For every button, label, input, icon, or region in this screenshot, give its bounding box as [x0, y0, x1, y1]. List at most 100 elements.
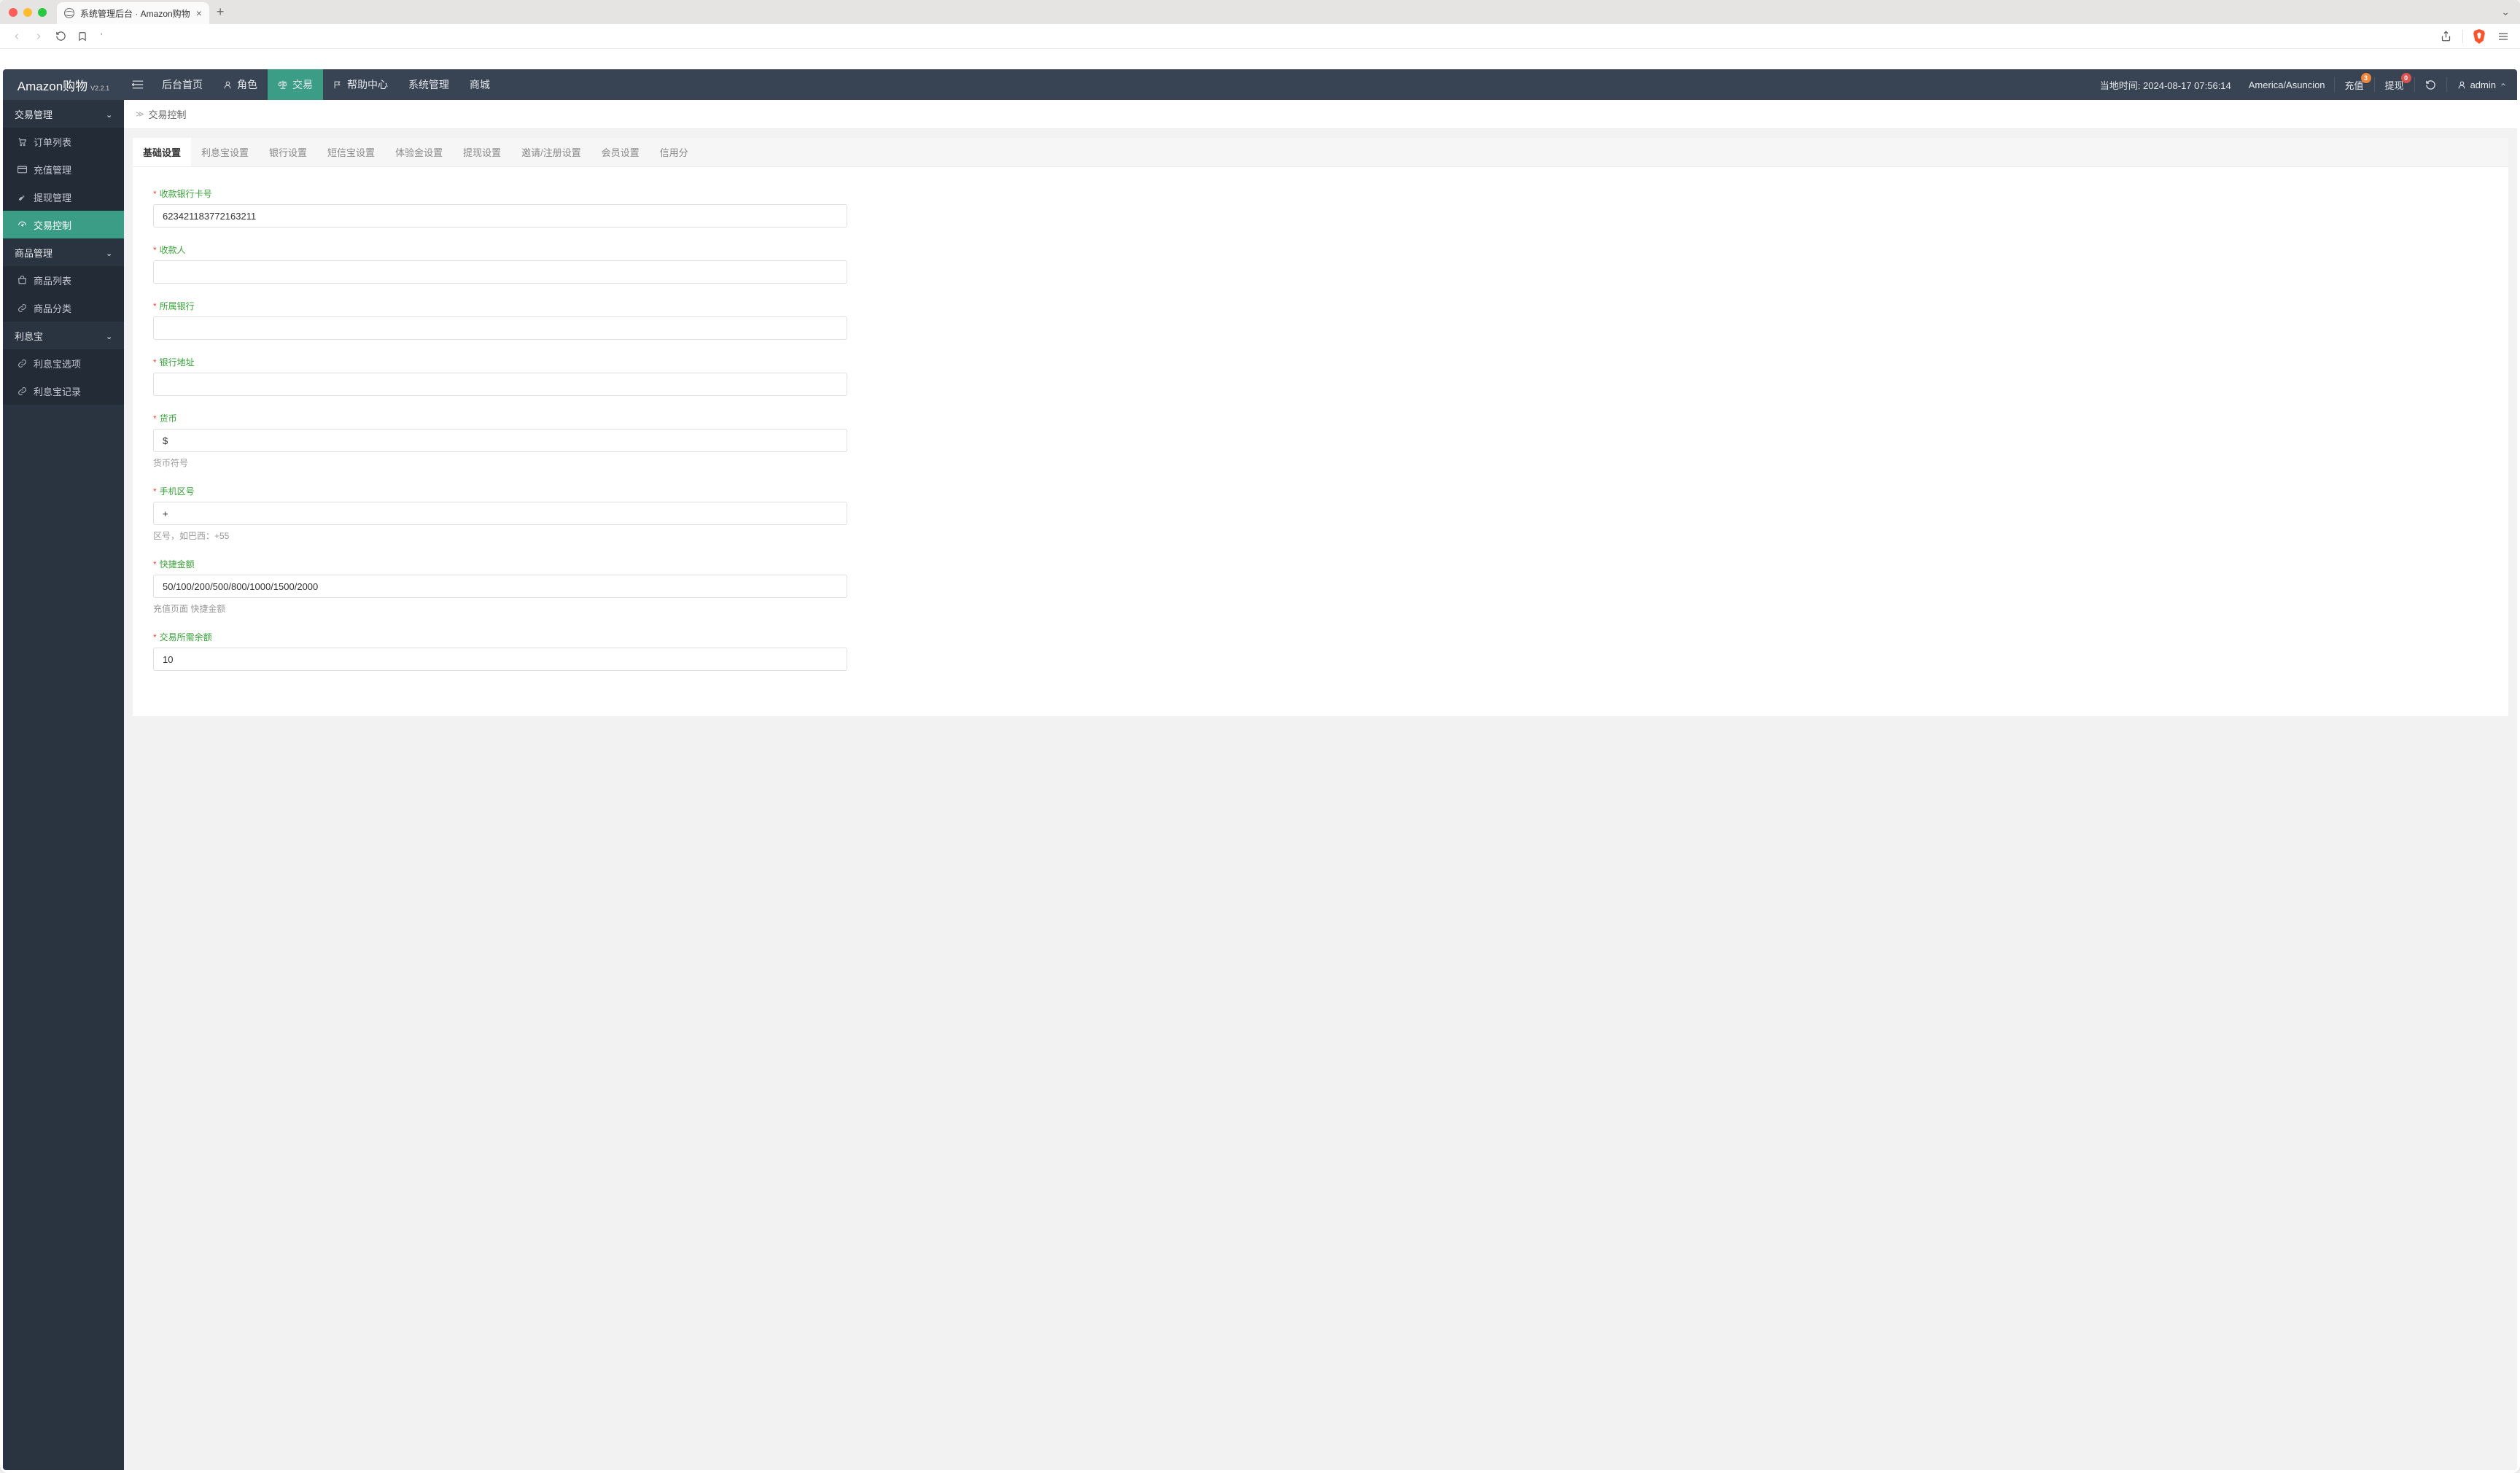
sidebar-item[interactable]: 充值管理 [3, 155, 124, 183]
nav-mall[interactable]: 商城 [459, 69, 500, 100]
sidebar-toggle[interactable] [124, 69, 152, 100]
brave-shield-icon[interactable] [2472, 29, 2486, 44]
back-button[interactable] [9, 28, 25, 44]
maximize-window[interactable] [38, 8, 47, 17]
sidebar-item[interactable]: 交易控制 [3, 211, 124, 238]
flag-icon [333, 80, 343, 90]
label-payee: *收款人 [153, 244, 2488, 256]
basic-settings-form: *收款银行卡号 *收款人 *所属银行 [133, 167, 2508, 716]
address-bar[interactable]: ' [96, 27, 2432, 46]
input-min-balance[interactable] [153, 648, 847, 671]
help-quick-amount: 充值页面 快捷金额 [153, 602, 2488, 615]
sidebar-group[interactable]: 交易管理⌃ [3, 100, 124, 128]
cart-icon [18, 137, 28, 147]
sidebar: 交易管理⌃ 订单列表充值管理提现管理交易控制商品管理⌃ 商品列表商品分类利息宝⌃ 利息… [3, 100, 124, 1470]
tab[interactable]: 邀请/注册设置 [511, 138, 591, 166]
label-bank-name: *所属银行 [153, 300, 2488, 312]
tab[interactable]: 银行设置 [259, 138, 317, 166]
chevron-down-icon: ⌃ [106, 109, 112, 119]
tab[interactable]: 短信宝设置 [317, 138, 385, 166]
refresh-button[interactable] [2415, 69, 2446, 100]
gauge-icon [18, 220, 28, 230]
nav-trade[interactable]: 交易 [268, 69, 323, 100]
sidebar-item[interactable]: 提现管理 [3, 183, 124, 211]
settings-tabs: 基础设置利息宝设置银行设置短信宝设置体验金设置提现设置邀请/注册设置会员设置信用… [133, 138, 2508, 167]
input-bank-account[interactable] [153, 204, 847, 228]
withdraw-badge: 0 [2401, 73, 2411, 83]
sidebar-item[interactable]: 订单列表 [3, 128, 124, 155]
app-logo: Amazon购物 V2.2.1 [3, 76, 124, 94]
close-tab-icon[interactable]: × [196, 7, 202, 19]
share-icon[interactable] [2438, 28, 2454, 44]
tab-title: 系统管理后台 · Amazon购物 [80, 7, 190, 20]
browser-nav-bar: ' [0, 24, 2520, 49]
user-icon [2457, 80, 2467, 90]
breadcrumb-current: 交易控制 [149, 107, 187, 121]
sidebar-item[interactable]: 利息宝选项 [3, 349, 124, 377]
sidebar-item-label: 提现管理 [34, 190, 71, 204]
window-controls [9, 8, 47, 17]
help-phone-code: 区号，如巴西：+55 [153, 529, 2488, 542]
sidebar-item-label: 交易控制 [34, 218, 71, 232]
recharge-link[interactable]: 充值 3 [2335, 69, 2374, 100]
tab[interactable]: 体验金设置 [385, 138, 453, 166]
nav-system[interactable]: 系统管理 [398, 69, 459, 100]
recharge-badge: 3 [2361, 73, 2371, 83]
timezone: America/Asuncion [2240, 79, 2334, 90]
nav-help[interactable]: 帮助中心 [323, 69, 398, 100]
new-tab-button[interactable]: + [217, 4, 225, 20]
input-phone-code[interactable] [153, 502, 847, 525]
sidebar-group[interactable]: 利息宝⌃ [3, 322, 124, 349]
minimize-window[interactable] [23, 8, 32, 17]
link-icon [18, 303, 28, 313]
close-window[interactable] [9, 8, 18, 17]
reload-button[interactable] [52, 28, 69, 44]
sidebar-item-label: 订单列表 [34, 135, 71, 149]
sidebar-item-label: 利息宝选项 [34, 357, 81, 370]
nav-home[interactable]: 后台首页 [152, 69, 213, 100]
globe-icon [64, 8, 74, 18]
tabs-dropdown-icon[interactable]: ⌄ [2501, 6, 2510, 18]
menu-icon[interactable] [2495, 28, 2511, 44]
bag-icon [18, 276, 28, 285]
user-menu[interactable]: admin [2447, 69, 2517, 100]
main-content: ≫ 交易控制 基础设置利息宝设置银行设置短信宝设置体验金设置提现设置邀请/注册设… [124, 100, 2517, 1470]
sidebar-item-label: 利息宝记录 [34, 384, 81, 398]
label-bank-account: *收款银行卡号 [153, 187, 2488, 200]
label-quick-amount: *快捷金额 [153, 558, 2488, 570]
label-min-balance: *交易所需余额 [153, 631, 2488, 643]
card-icon [18, 166, 28, 174]
user-icon [223, 80, 233, 90]
sidebar-item-label: 商品分类 [34, 301, 71, 315]
chevron-down-icon: ⌃ [106, 248, 112, 257]
label-bank-address: *银行地址 [153, 356, 2488, 368]
label-currency: *货币 [153, 412, 2488, 424]
tab[interactable]: 提现设置 [453, 138, 511, 166]
tab[interactable]: 会员设置 [591, 138, 650, 166]
sidebar-item[interactable]: 商品分类 [3, 294, 124, 322]
nav-role[interactable]: 角色 [213, 69, 268, 100]
sidebar-item[interactable]: 利息宝记录 [3, 377, 124, 405]
input-bank-address[interactable] [153, 373, 847, 396]
link-icon [18, 359, 28, 368]
input-currency[interactable] [153, 429, 847, 452]
forward-button[interactable] [31, 28, 47, 44]
sidebar-item-label: 充值管理 [34, 163, 71, 176]
app-header: Amazon购物 V2.2.1 后台首页 角色 [3, 69, 2517, 100]
browser-tab[interactable]: 系统管理后台 · Amazon购物 × [57, 2, 209, 24]
bookmark-button[interactable] [74, 28, 90, 44]
withdraw-link[interactable]: 提现 0 [2375, 69, 2414, 100]
tab[interactable]: 基础设置 [133, 138, 191, 166]
sidebar-group[interactable]: 商品管理⌃ [3, 238, 124, 266]
browser-tab-bar: 系统管理后台 · Amazon购物 × + ⌄ [0, 0, 2520, 24]
wrench-icon [18, 193, 28, 202]
sidebar-item-label: 商品列表 [34, 273, 71, 287]
sidebar-item[interactable]: 商品列表 [3, 266, 124, 294]
input-quick-amount[interactable] [153, 575, 847, 598]
input-bank-name[interactable] [153, 316, 847, 340]
label-phone-code: *手机区号 [153, 485, 2488, 497]
tab[interactable]: 利息宝设置 [191, 138, 259, 166]
tab[interactable]: 信用分 [650, 138, 699, 166]
scale-icon [278, 79, 288, 90]
input-payee[interactable] [153, 260, 847, 284]
